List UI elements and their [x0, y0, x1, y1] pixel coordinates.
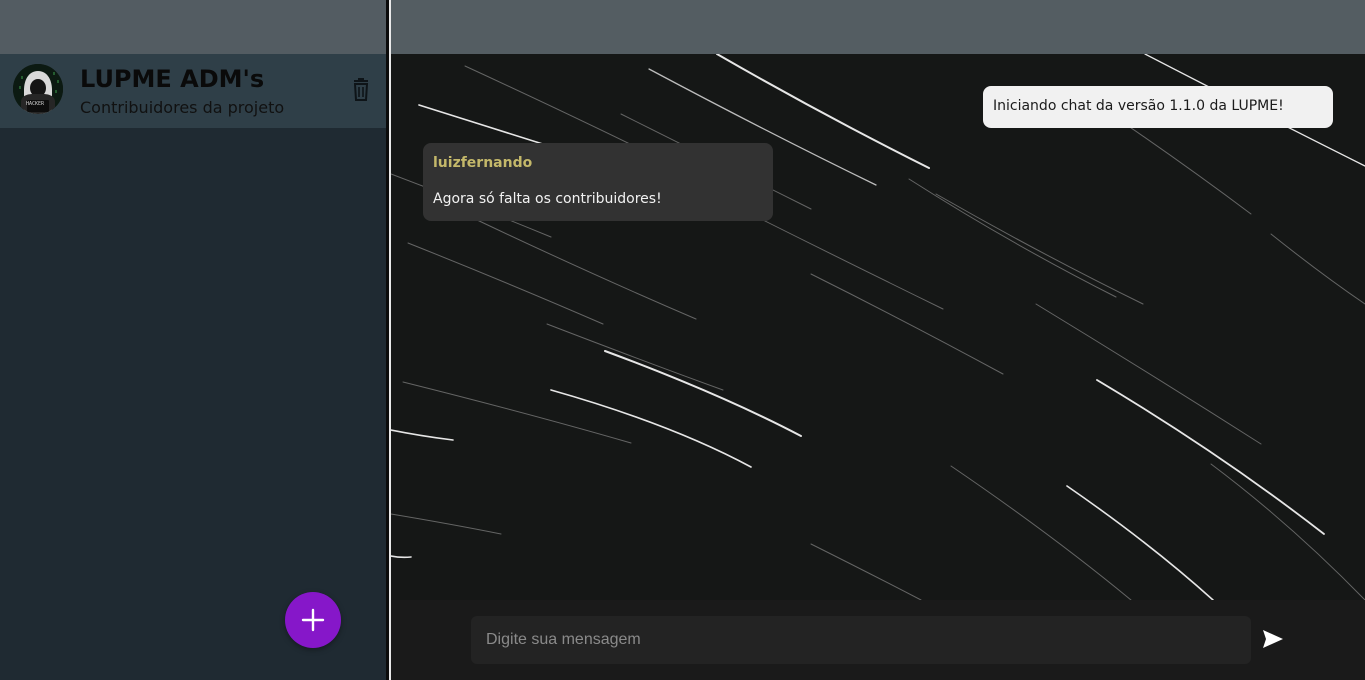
chat-header — [391, 0, 1365, 54]
send-icon — [1263, 630, 1283, 648]
message-input[interactable] — [471, 616, 1251, 664]
chat-messages-area: Iniciando chat da versão 1.1.0 da LUPME!… — [391, 54, 1365, 600]
message-author: luizfernando — [433, 155, 533, 171]
chat-list-item[interactable]: HACKER LUPME ADM's Contribuidores da pro… — [0, 54, 386, 128]
trash-icon — [353, 78, 369, 101]
message-composer — [391, 600, 1365, 680]
user-message: luizfernando Agora só falta os contribui… — [423, 143, 773, 221]
star-trails-background — [391, 54, 1365, 600]
chat-subtitle: Contribuidores da projeto — [80, 98, 285, 117]
avatar-label: HACKER — [26, 101, 45, 107]
chat-title: LUPME ADM's — [80, 65, 265, 93]
chat-app: HACKER LUPME ADM's Contribuidores da pro… — [0, 0, 1365, 680]
send-button[interactable] — [1261, 627, 1285, 651]
system-message: Iniciando chat da versão 1.1.0 da LUPME! — [983, 86, 1333, 128]
delete-chat-button[interactable] — [350, 78, 372, 102]
sidebar — [0, 54, 386, 680]
plus-icon — [301, 608, 325, 632]
system-message-text: Iniciando chat da versão 1.1.0 da LUPME! — [993, 98, 1284, 114]
sidebar-header — [0, 0, 389, 54]
message-text: Agora só falta os contribuidores! — [433, 191, 662, 207]
new-chat-button[interactable] — [285, 592, 341, 648]
avatar: HACKER — [13, 64, 63, 114]
